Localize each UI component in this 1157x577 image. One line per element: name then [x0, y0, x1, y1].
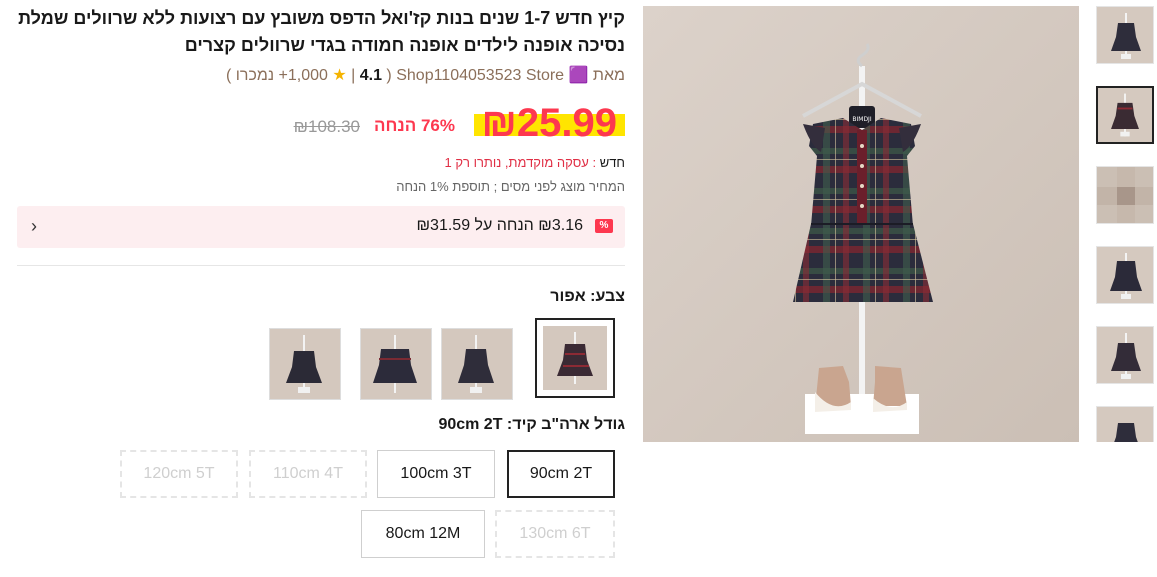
thumbnail-1[interactable] [1096, 6, 1154, 64]
coupon-banner[interactable]: % ₪3.16 הנחה על ₪31.59 ‹ [17, 206, 625, 248]
dress-thumbnail-image [1097, 327, 1153, 383]
sold-count: 1,000 [287, 67, 328, 84]
size-option-80cm-12m[interactable]: 80cm 12M [361, 510, 485, 558]
plaid-dress-photo: BIMDJI [643, 6, 1079, 442]
product-info: קיץ חדש 1-7 שנים בנות קז'ואל הדפס משובץ … [15, 0, 625, 560]
size-option-110cm-4t[interactable]: 110cm 4T [249, 450, 367, 498]
color-swatches [17, 318, 625, 400]
sold-suffix: + נמכרו [235, 67, 288, 84]
hanger-tag-text: BIMDJI [852, 116, 871, 123]
price-row: ₪25.99 76% הנחה ₪108.30 [15, 101, 625, 145]
color-swatch-4[interactable] [269, 328, 341, 400]
blurred-thumbnail-image [1097, 167, 1153, 223]
original-price: ₪108.30 [293, 117, 360, 136]
rating-value: 4.1 [359, 67, 382, 84]
thumbnail-4[interactable] [1096, 246, 1154, 304]
main-product-image[interactable]: BIMDJI [643, 6, 1079, 442]
tax-note: המחיר מוצג לפני מסים ; תוספת 1% הנחה [396, 179, 625, 194]
dress-thumbnail-image [1097, 407, 1153, 442]
size-option-120cm-5t[interactable]: 120cm 5T [120, 450, 238, 498]
color-label: צבע: אפור [550, 288, 625, 305]
store-prefix: מאת [592, 67, 625, 84]
coupon-text: ₪3.16 הנחה על ₪31.59 [416, 217, 583, 234]
star-icon: ★ [332, 67, 347, 84]
new-badge: חדש [599, 155, 625, 170]
dress-thumbnail-image [1097, 7, 1153, 63]
sale-notice: חדש : עסקה מוקדמת, נותרו רק 1 [15, 155, 625, 170]
size-label: גודל ארה"ב קיד: 90cm 2T [438, 416, 625, 433]
sale-text: עסקה מוקדמת, נותרו רק 1 [444, 155, 589, 170]
store-stats: ( 1,000 ★ | 4.1+ נמכרו ) [225, 67, 392, 84]
dress-thumbnail-image [1098, 88, 1152, 142]
product-title: קיץ חדש 1-7 שנים בנות קז'ואל הדפס משובץ … [18, 8, 625, 55]
thumbnail-3[interactable] [1096, 166, 1154, 224]
current-price: ₪25.99 [473, 101, 625, 145]
divider [17, 265, 625, 266]
thumbnail-6[interactable] [1096, 406, 1154, 442]
store-line: מאת 🟪 Shop1104053523 Store ( 1,000 ★ | 4… [15, 65, 625, 87]
size-options: 90cm 2T 100cm 3T 110cm 4T 120cm 5T 130cm… [17, 450, 625, 560]
color-swatch-3[interactable] [360, 328, 432, 400]
store-link[interactable]: Shop1104053523 Store [396, 67, 564, 84]
color-swatch-2[interactable] [441, 328, 513, 400]
dress-swatch-image [270, 329, 340, 399]
dress-swatch-image [442, 329, 512, 399]
swatch-image [543, 326, 607, 390]
discount-percent: 76% הנחה [374, 116, 455, 135]
dress-swatch-image [361, 329, 431, 399]
colon: : [588, 155, 597, 170]
dress-thumbnail-image [1097, 247, 1153, 303]
color-swatch-1[interactable] [535, 318, 615, 398]
thumbnail-2[interactable] [1096, 86, 1154, 144]
chevron-left-icon[interactable]: ‹ [31, 216, 37, 237]
store-icon: 🟪 [568, 67, 589, 84]
thumbnail-5[interactable] [1096, 326, 1154, 384]
size-option-90cm-2t[interactable]: 90cm 2T [507, 450, 615, 498]
size-option-130cm-6t[interactable]: 130cm 6T [495, 510, 615, 558]
thumbnail-list [1094, 6, 1156, 442]
coupon-icon: % [595, 219, 613, 233]
size-option-100cm-3t[interactable]: 100cm 3T [377, 450, 495, 498]
dress-swatch-image [543, 326, 607, 390]
